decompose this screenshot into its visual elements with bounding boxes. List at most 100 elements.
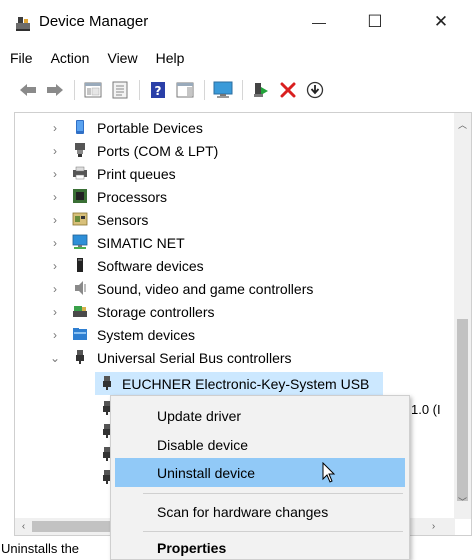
tree-item-system-devices[interactable]: › System devices [15, 323, 455, 346]
menu-item-label: Scan for hardware changes [157, 503, 329, 520]
tree-item-euchner-usb[interactable]: EUCHNER Electronic-Key-System USB [95, 372, 383, 395]
tree-item-ports[interactable]: › Ports (COM & LPT) [15, 139, 455, 162]
monitor-button[interactable] [213, 80, 233, 100]
menu-item-scan-hardware[interactable]: Scan for hardware changes [115, 497, 405, 526]
toolbar-separator [139, 80, 140, 100]
tree-item-simatic-net[interactable]: › SIMATIC NET [15, 231, 455, 254]
menu-separator [143, 531, 403, 532]
chevron-right-icon[interactable]: › [49, 190, 61, 204]
sensor-icon [72, 212, 88, 226]
speaker-icon [75, 281, 86, 295]
menu-item-update-driver[interactable]: Update driver [115, 401, 405, 430]
chevron-down-icon[interactable]: ⌄ [49, 351, 61, 365]
tree-item-label: Processors [97, 188, 168, 205]
printer-icon [73, 166, 87, 180]
menu-item-disable-device[interactable]: Disable device [115, 430, 405, 459]
menu-help[interactable]: Help [147, 48, 194, 72]
tree-item-label: Sound, video and game controllers [97, 280, 314, 297]
scroll-down-icon[interactable]: ﹀ [454, 493, 471, 510]
menu-view[interactable]: View [98, 48, 146, 72]
tree-item-label: Universal Serial Bus controllers [97, 349, 292, 366]
toolbar-separator [74, 80, 75, 100]
tree-item-software-devices[interactable]: › Software devices [15, 254, 455, 277]
uninstall-button[interactable] [278, 80, 298, 100]
toolbar: ? [0, 76, 473, 104]
chevron-right-icon[interactable]: › [49, 282, 61, 296]
usb-icon [103, 376, 111, 390]
help-button[interactable]: ? [148, 80, 168, 100]
menu-item-properties[interactable]: Properties [115, 533, 405, 560]
scroll-left-icon[interactable]: ‹ [15, 518, 32, 535]
minimize-button[interactable]: — [296, 0, 342, 44]
console-tree-icon [112, 81, 128, 99]
menu-action[interactable]: Action [42, 48, 99, 72]
properties-window-button[interactable] [83, 80, 103, 100]
forward-icon [47, 84, 63, 96]
portable-device-icon [76, 120, 84, 134]
port-icon [75, 143, 85, 157]
tree-item-label: Print queues [97, 165, 176, 182]
minimize-icon: — [312, 14, 326, 30]
scroll-up-icon[interactable]: ︿ [454, 116, 471, 133]
tree-item-usb-controllers[interactable]: ⌄ Universal Serial Bus controllers [15, 346, 455, 369]
action-pane-icon [176, 82, 194, 98]
menu-separator [143, 493, 403, 494]
monitor-icon [213, 81, 233, 98]
maximize-icon: ☐ [367, 12, 383, 31]
storage-icon [73, 306, 87, 317]
help-icon: ? [151, 82, 165, 98]
update-driver-icon [254, 83, 268, 97]
menu-file[interactable]: File [0, 48, 42, 72]
scrollbar-thumb[interactable] [457, 319, 468, 501]
chevron-right-icon[interactable]: › [49, 305, 61, 319]
system-folder-icon [73, 328, 87, 340]
menu-item-label: Uninstall device [157, 464, 256, 481]
device-manager-icon [16, 17, 30, 31]
tree-item-label: Portable Devices [97, 119, 203, 136]
usb-icon [76, 350, 84, 364]
menu-item-uninstall-device[interactable]: Uninstall device [115, 458, 405, 487]
chevron-right-icon[interactable]: › [49, 213, 61, 227]
scroll-right-icon[interactable]: › [425, 518, 442, 535]
chevron-right-icon[interactable]: › [49, 121, 61, 135]
menu-item-label: Disable device [157, 436, 249, 453]
chevron-right-icon[interactable]: › [49, 259, 61, 273]
tree-item-processors[interactable]: › Processors [15, 185, 455, 208]
console-tree-button[interactable] [110, 80, 130, 100]
install-button[interactable] [305, 80, 325, 100]
tree-item-label: Sensors [97, 211, 149, 228]
back-button[interactable] [18, 80, 38, 100]
software-device-icon [77, 258, 83, 272]
processor-icon [73, 189, 87, 203]
tree-item-label: Storage controllers [97, 303, 215, 320]
title-bar: Device Manager — ☐ ✕ [0, 0, 473, 44]
toolbar-separator [242, 80, 243, 100]
tree-item-label: Ports (COM & LPT) [97, 142, 219, 159]
tree-item-sensors[interactable]: › Sensors [15, 208, 455, 231]
chevron-right-icon[interactable]: › [49, 144, 61, 158]
update-driver-button[interactable] [251, 80, 271, 100]
menu-item-label: Properties [157, 539, 227, 556]
tree-item-portable-devices[interactable]: › Portable Devices [15, 116, 455, 139]
tree-item-storage-controllers[interactable]: › Storage controllers [15, 300, 455, 323]
menu-bar: File Action View Help [0, 48, 193, 72]
menu-item-label: Update driver [157, 407, 242, 424]
svg-text:?: ? [155, 84, 162, 98]
close-button[interactable]: ✕ [418, 0, 464, 44]
vertical-scrollbar[interactable]: ︿ ﹀ [454, 113, 471, 519]
properties-window-icon [84, 82, 102, 98]
tree-item-sound-video[interactable]: › Sound, video and game controllers [15, 277, 455, 300]
uninstall-icon [280, 82, 296, 98]
tree-item-label: SIMATIC NET [97, 234, 185, 251]
action-pane-button[interactable] [175, 80, 195, 100]
forward-button[interactable] [45, 80, 65, 100]
tree-item-label: EUCHNER Electronic-Key-System USB [122, 375, 370, 392]
chevron-right-icon[interactable]: › [49, 167, 61, 181]
tree-item-print-queues[interactable]: › Print queues [15, 162, 455, 185]
chevron-right-icon[interactable]: › [49, 236, 61, 250]
close-icon: ✕ [433, 12, 449, 31]
tree-item-label: System devices [97, 326, 196, 343]
chevron-right-icon[interactable]: › [49, 328, 61, 342]
window-title: Device Manager [39, 13, 149, 30]
maximize-button[interactable]: ☐ [352, 0, 398, 44]
